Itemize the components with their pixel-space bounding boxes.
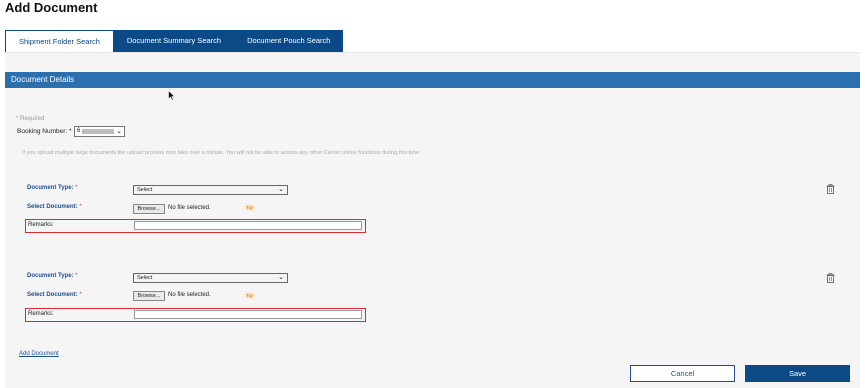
select-document-label: Select Document: * [27, 204, 82, 210]
cancel-button[interactable]: Cancel [630, 365, 735, 382]
booking-number-select[interactable]: 6 ⌄ [74, 126, 125, 137]
required-marker: * [79, 204, 82, 210]
chevron-down-icon: ⌄ [116, 128, 122, 135]
file-status: No file selected. [168, 292, 211, 298]
tab-document-summary-search[interactable]: Document Summary Search [113, 30, 235, 52]
booking-number-value: 6 [77, 128, 81, 134]
file-status: No file selected. [168, 205, 211, 211]
mouse-pointer-icon [168, 90, 176, 101]
document-type-value: Select [137, 275, 153, 281]
page-title: Add Document [5, 0, 98, 15]
required-note: * Required [16, 116, 45, 122]
select-document-label-text: Select Document: [27, 292, 78, 298]
document-type-label-text: Document Type: [27, 185, 74, 191]
select-document-label-text: Select Document: [27, 204, 78, 210]
required-marker: * [79, 292, 82, 298]
save-button[interactable]: Save [745, 365, 850, 382]
remarks-input[interactable] [134, 221, 362, 230]
remarks-label: Remarks: [28, 222, 54, 228]
tab-bar: Shipment Folder Search Document Summary … [5, 30, 344, 52]
document-details-panel: Document Details * Required Booking Numb… [5, 53, 860, 388]
chevron-down-icon: ⌄ [278, 186, 284, 193]
document-type-value: Select [137, 187, 153, 193]
remarks-input[interactable] [134, 310, 362, 319]
remarks-row: Remarks: [25, 308, 366, 322]
select-document-label: Select Document: * [27, 292, 82, 298]
trash-icon[interactable] [826, 273, 835, 283]
remarks-row: Remarks: [25, 219, 366, 233]
chevron-down-icon: ⌄ [278, 274, 284, 281]
add-document-link[interactable]: Add Document [19, 351, 59, 357]
document-type-label: Document Type: * [27, 273, 78, 279]
required-marker: * [75, 273, 78, 279]
document-type-select[interactable]: Select ⌄ [133, 273, 288, 283]
document-type-label-text: Document Type: [27, 273, 74, 279]
section-header: Document Details [5, 72, 860, 88]
tip-badge[interactable]: Tip [244, 292, 255, 299]
booking-number-label: Booking Number: * [17, 128, 72, 135]
redacted-value [82, 129, 114, 134]
tab-document-pouch-search[interactable]: Document Pouch Search [234, 30, 344, 52]
remarks-label: Remarks: [28, 311, 54, 317]
required-marker: * [75, 185, 78, 191]
document-entry: Document Type: * Select ⌄ Select Documen… [5, 183, 860, 243]
document-type-label: Document Type: * [27, 185, 78, 191]
browse-button[interactable]: Browse... [133, 291, 165, 301]
document-entry: Document Type: * Select ⌄ Select Documen… [5, 272, 860, 332]
upload-notice: If you upload multiple large documents t… [22, 150, 421, 156]
browse-button[interactable]: Browse... [133, 204, 165, 214]
tip-badge[interactable]: Tip [244, 204, 255, 211]
document-type-select[interactable]: Select ⌄ [133, 185, 288, 195]
trash-icon[interactable] [826, 184, 835, 194]
tab-shipment-folder-search[interactable]: Shipment Folder Search [5, 30, 114, 52]
